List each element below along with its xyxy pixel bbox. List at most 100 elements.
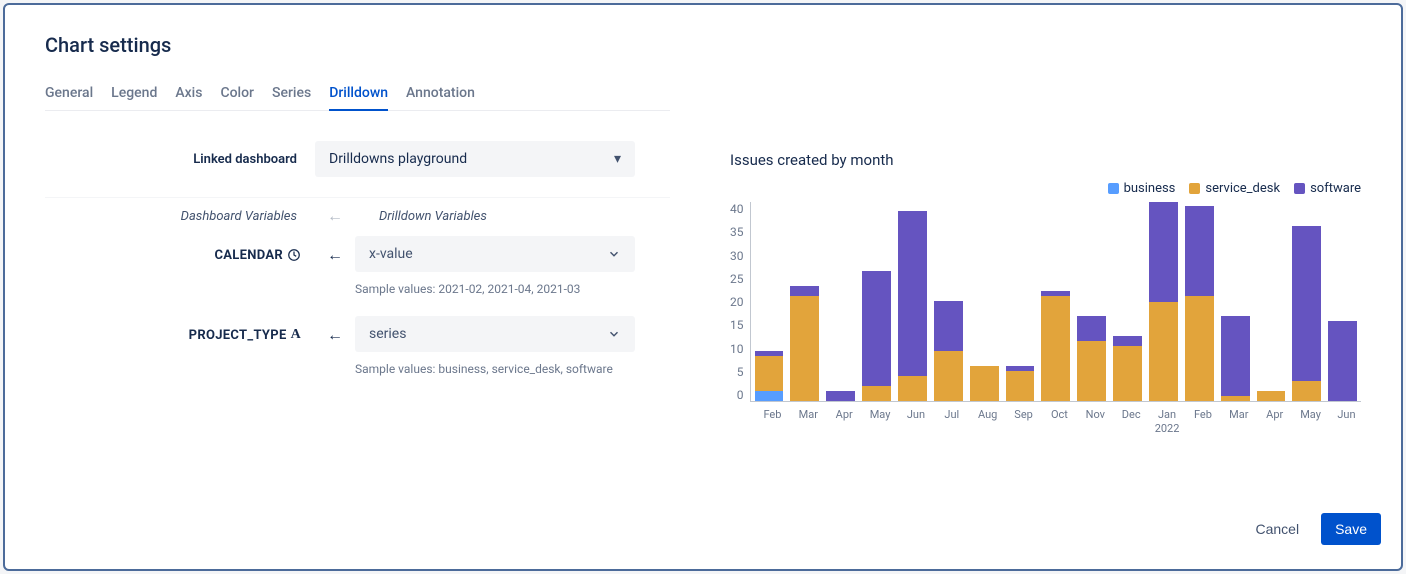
tab-annotation[interactable]: Annotation [406,85,475,111]
x-tick: Sep [1009,408,1038,437]
variable-label: PROJECT_TYPEA [45,316,315,354]
linked-dashboard-label: Linked dashboard [45,152,315,167]
bar-segment-software [898,211,927,376]
bar-column[interactable] [1077,202,1106,401]
bar-segment-software [1221,316,1250,396]
tab-drilldown[interactable]: Drilldown [329,85,388,111]
bar-segment-software [1185,206,1214,296]
legend-label: service_desk [1205,181,1280,196]
x-tick: Jun [1332,408,1361,437]
bar-segment-service_desk [1257,391,1286,401]
clock-icon [287,248,301,263]
y-tick: 0 [737,388,744,402]
bar-column[interactable] [1113,202,1142,401]
drilldown-variable-select[interactable]: x-value [355,236,635,272]
bar-column[interactable] [1006,202,1035,401]
bar-column[interactable] [1185,202,1214,401]
tab-bar: General Legend Axis Color Series Drilldown Ann… [45,85,670,111]
bar-column[interactable] [1149,202,1178,401]
legend-item-business[interactable]: business [1108,181,1176,196]
bar-column[interactable] [826,202,855,401]
x-tick: May [866,408,895,437]
sample-values: Sample values: business, service_desk, s… [355,360,635,378]
tab-series[interactable]: Series [272,85,311,111]
bar-segment-service_desk [1292,381,1321,401]
bar-segment-service_desk [1077,341,1106,401]
bar-segment-software [934,301,963,351]
x-tick: Nov [1081,408,1110,437]
arrow-left-icon: ← [315,206,355,226]
variable-headers-row: Dashboard Variables ← Drilldown Variable… [45,198,670,236]
bar-segment-service_desk [970,366,999,401]
text-type-icon: A [291,327,301,343]
x-tick: May [1296,408,1325,437]
legend-swatch [1108,183,1119,194]
x-tick: Jan2022 [1153,408,1182,437]
bar-segment-business [755,391,784,401]
drilldown-variable-select[interactable]: series [355,316,635,352]
sample-values: Sample values: 2021-02, 2021-04, 2021-03 [355,280,635,298]
y-tick: 15 [730,318,744,332]
bar-column[interactable] [1328,202,1357,401]
bar-column[interactable] [1041,202,1070,401]
y-tick: 25 [730,272,744,286]
bar-column[interactable] [898,202,927,401]
x-tick: Mar [1224,408,1253,437]
save-button[interactable]: Save [1321,513,1381,545]
x-tick: Oct [1045,408,1074,437]
x-tick: Feb [758,408,787,437]
bar-column[interactable] [755,202,784,401]
drilldown-variables-header: Drilldown Variables [355,209,487,224]
bar-column[interactable] [970,202,999,401]
cancel-button[interactable]: Cancel [1241,513,1313,545]
linked-dashboard-select[interactable]: Drilldowns playground ▾ [315,141,635,177]
bar-column[interactable] [862,202,891,401]
caret-down-icon: ▾ [614,151,621,167]
chart-wrap: 4035302520151050 [730,202,1361,402]
bar-segment-software [1113,336,1142,346]
bar-segment-service_desk [1113,346,1142,401]
bar-column[interactable] [1292,202,1321,401]
linked-dashboard-value: Drilldowns playground [329,151,467,167]
linked-dashboard-row: Linked dashboard Drilldowns playground ▾ [45,131,670,198]
bar-segment-service_desk [790,296,819,401]
bar-column[interactable] [1221,202,1250,401]
x-tick: Jul [937,408,966,437]
chart-preview-pane: Issues created by month business service_… [730,33,1361,497]
bar-column[interactable] [790,202,819,401]
bar-column[interactable] [934,202,963,401]
tab-color[interactable]: Color [220,85,254,111]
variable-control: x-value Sample values: 2021-02, 2021-04, … [355,236,635,298]
variable-control: series Sample values: business, service_d… [355,316,635,378]
arrow-left-icon: ← [315,236,355,274]
tab-general[interactable]: General [45,85,93,111]
tab-axis[interactable]: Axis [175,85,202,111]
x-tick: Aug [973,408,1002,437]
legend-label: software [1310,181,1361,196]
chart-x-axis: FebMarAprMayJunJulAugSepOctNovDecJan2022… [730,408,1361,437]
legend-item-service_desk[interactable]: service_desk [1189,181,1280,196]
legend-label: business [1124,181,1176,196]
x-tick: Apr [830,408,859,437]
legend-item-software[interactable]: software [1294,181,1361,196]
bar-segment-service_desk [1041,296,1070,401]
y-tick: 40 [730,202,744,216]
bar-segment-software [862,271,891,386]
chart-y-axis: 4035302520151050 [730,202,750,402]
settings-left-pane: Chart settings General Legend Axis Color Ser… [45,33,670,497]
variable-row-calendar: CALENDAR←x-valueSample values: 2021-02, … [45,236,670,298]
x-tick: Jun [902,408,931,437]
tab-legend[interactable]: Legend [111,85,157,111]
chart-title: Issues created by month [730,151,1361,169]
bar-column[interactable] [1257,202,1286,401]
bar-segment-software [1077,316,1106,341]
dashboard-variables-header: Dashboard Variables [45,209,315,224]
chart-plot-area [750,202,1362,402]
x-tick: Feb [1189,408,1218,437]
modal-title: Chart settings [45,33,670,57]
bar-segment-software [1292,226,1321,381]
bar-segment-software [1328,321,1357,401]
bar-segment-service_desk [755,356,784,391]
bar-segment-software [1149,202,1178,302]
variable-row-project_type: PROJECT_TYPEA←seriesSample values: busin… [45,316,670,378]
